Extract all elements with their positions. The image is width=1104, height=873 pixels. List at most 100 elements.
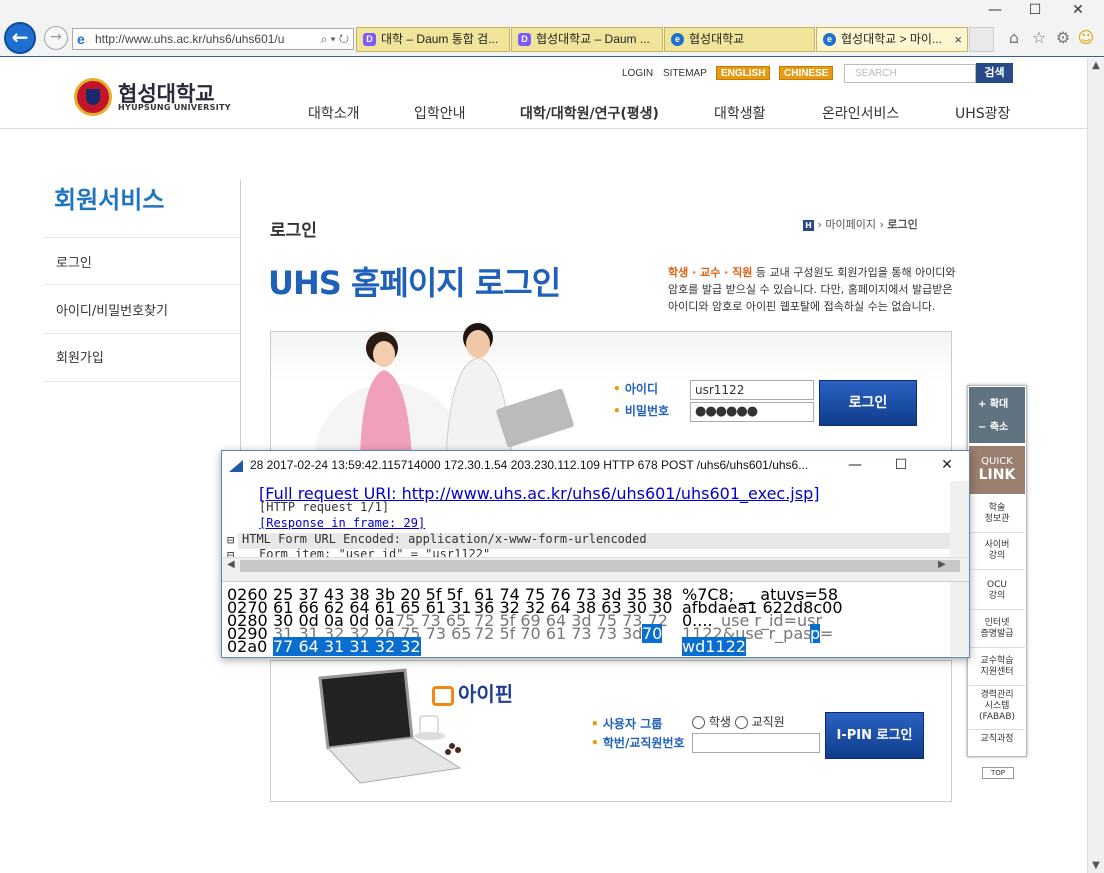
login-link[interactable]: LOGIN: [622, 68, 653, 79]
quick-item-teacher-course[interactable]: 교직과정: [969, 734, 1025, 748]
quick-item-teaching[interactable]: 교수학습 지원센터: [969, 656, 1025, 686]
maximize-icon[interactable]: ☐: [878, 452, 924, 479]
student-id-input[interactable]: [692, 733, 820, 753]
ie-icon: e: [823, 33, 836, 46]
password-input[interactable]: ●●●●●●: [690, 402, 814, 422]
lnb-item-signup[interactable]: 회원가입: [56, 347, 104, 366]
smiley-icon[interactable]: ☺: [1076, 28, 1096, 47]
scroll-right-icon[interactable]: ▶: [938, 559, 946, 570]
address-bar[interactable]: e http://www.uhs.ac.kr/uhs6/uhs601/u ⌕ ▾…: [72, 28, 354, 50]
gnb-item-online[interactable]: 온라인서비스: [822, 103, 899, 123]
user-group-options: 학생 교직원: [692, 713, 785, 730]
top-button[interactable]: TOP: [982, 767, 1014, 779]
favorites-star-icon[interactable]: ☆: [1029, 28, 1049, 47]
lnb-divider: [44, 333, 240, 334]
lnb-divider: [44, 381, 240, 382]
logo-english: HYUPSUNG UNIVERSITY: [118, 103, 231, 112]
quick-item-ocu[interactable]: OCU 강의: [969, 580, 1025, 610]
tree-row-form-item[interactable]: Form item: "user_id" = "usr1122": [259, 547, 490, 557]
desc-highlight: 학생 · 교수 · 직원: [668, 266, 753, 279]
hex-scrollbar[interactable]: [950, 582, 969, 656]
gnb-item-college[interactable]: 대학/대학원/연구(평생): [520, 103, 659, 123]
collapse-icon[interactable]: ⊟: [227, 548, 234, 557]
daum-icon: D: [363, 33, 376, 46]
shark-fin-icon: [229, 460, 243, 472]
hex-bytes-dim: 72 5f 70 61 73 73 3d: [474, 624, 643, 643]
gear-icon[interactable]: ⚙: [1053, 28, 1073, 47]
hex-ascii-selected: wd1122: [682, 637, 746, 656]
address-tools[interactable]: ⌕ ▾ ↻: [316, 29, 349, 49]
students-illustration-icon: [315, 323, 574, 460]
university-seal-icon[interactable]: [74, 78, 112, 116]
tree-row-form-encoded[interactable]: HTML Form URL Encoded: application/x-www…: [242, 532, 647, 546]
search-button[interactable]: 검색: [976, 63, 1013, 83]
ipin-logo: 아이핀: [432, 678, 513, 707]
gnb-item-admission[interactable]: 입학안내: [414, 103, 466, 123]
lnb-item-login[interactable]: 로그인: [56, 252, 92, 271]
lnb-item-find-account[interactable]: 아이디/비밀번호찾기: [56, 300, 168, 319]
pane-splitter[interactable]: [222, 575, 969, 582]
new-tab-button[interactable]: [969, 27, 994, 52]
radio-staff[interactable]: [734, 716, 748, 729]
hex-offset: 02a0: [227, 637, 268, 656]
hex-bytes-selected: 70: [642, 624, 663, 643]
user-group-label: 사용자 그룹: [591, 715, 662, 732]
tree-scrollbar[interactable]: [950, 481, 969, 557]
zoom-out-button[interactable]: − 축소: [978, 418, 1008, 433]
breadcrumb: H › 마이페이지 › 로그인: [803, 216, 918, 232]
zoom-in-button[interactable]: + 확대: [978, 395, 1008, 410]
daum-icon: D: [518, 33, 531, 46]
gnb-item-intro[interactable]: 대학소개: [308, 103, 360, 123]
close-icon[interactable]: ✕: [924, 452, 970, 479]
scroll-left-icon[interactable]: ◀: [227, 559, 235, 570]
tab-daum-search[interactable]: D 대학 – Daum 통합 검...: [356, 27, 510, 52]
hscroll-thumb[interactable]: [240, 560, 960, 572]
page-headline: UHS 홈페이지 로그인: [268, 264, 561, 302]
ie-icon: e: [671, 33, 684, 46]
quick-item-certificate[interactable]: 인터넷 증명발급: [969, 618, 1025, 648]
scroll-down-icon[interactable]: ▼: [1088, 860, 1104, 871]
home-icon[interactable]: H: [803, 219, 814, 231]
tab-hyupsung[interactable]: e 협성대학교: [664, 27, 815, 52]
maximize-icon[interactable]: ☐: [1025, 2, 1045, 18]
chinese-button[interactable]: CHINESE: [779, 66, 834, 80]
tab-daum-hyupsung[interactable]: D 협성대학교 – Daum ...: [511, 27, 663, 52]
student-id-label: 학번/교직원번호: [591, 734, 685, 751]
tree-row-request[interactable]: [HTTP request 1/1]: [259, 500, 389, 514]
tab-hyupsung-mypage[interactable]: e 협성대학교 > 마이... ×: [816, 27, 968, 52]
scroll-up-icon[interactable]: ▲: [1088, 60, 1104, 71]
sitemap-link[interactable]: SITEMAP: [663, 68, 707, 79]
minimize-icon[interactable]: —: [985, 2, 1005, 18]
ipin-logo-icon: [432, 685, 454, 706]
url-text: http://www.uhs.ac.kr/uhs6/uhs601/u: [95, 32, 285, 46]
back-arrow-icon[interactable]: ←: [4, 22, 36, 54]
password-label: 비밀번호: [613, 402, 669, 419]
search-input[interactable]: SEARCH: [844, 64, 976, 83]
quick-item-career[interactable]: 경력관리 시스템 (FABAB): [969, 690, 1025, 730]
home-icon[interactable]: ⌂: [1004, 28, 1024, 47]
login-description: 학생 · 교수 · 직원 등 교내 구성원도 회원가입을 통해 아이디와 암호를…: [668, 264, 958, 315]
collapse-icon[interactable]: ⊟: [227, 533, 234, 547]
quick-item-library[interactable]: 학술 정보관: [969, 503, 1025, 533]
page-scrollbar[interactable]: ▲ ▼: [1087, 58, 1104, 873]
forward-arrow-icon[interactable]: →: [44, 26, 68, 50]
close-icon[interactable]: ×: [954, 28, 962, 51]
gnb-item-plaza[interactable]: UHS광장: [955, 103, 1010, 123]
english-button[interactable]: ENGLISH: [716, 66, 771, 80]
lnb-divider: [44, 284, 240, 285]
breadcrumb-login: 로그인: [887, 218, 918, 231]
lnb-border: [240, 180, 241, 460]
close-icon[interactable]: ✕: [1068, 2, 1088, 18]
quick-item-cyber[interactable]: 사이버 강의: [969, 540, 1025, 570]
ie-icon: e: [77, 31, 85, 47]
hex-bytes-selected: 77 64 31 31 32 32: [273, 637, 421, 656]
id-input[interactable]: usr1122: [690, 380, 814, 400]
minimize-icon[interactable]: —: [832, 452, 878, 479]
gnb-item-campus-life[interactable]: 대학생활: [714, 103, 766, 123]
login-button[interactable]: 로그인: [819, 380, 917, 426]
radio-student[interactable]: [692, 716, 705, 729]
tree-row-response[interactable]: [Response in frame: 29]: [259, 516, 425, 530]
quick-link-header: QUICK LINK: [969, 446, 1025, 494]
breadcrumb-mypage[interactable]: 마이페이지: [825, 218, 876, 231]
ipin-login-button[interactable]: I-PIN 로그인: [825, 712, 924, 759]
